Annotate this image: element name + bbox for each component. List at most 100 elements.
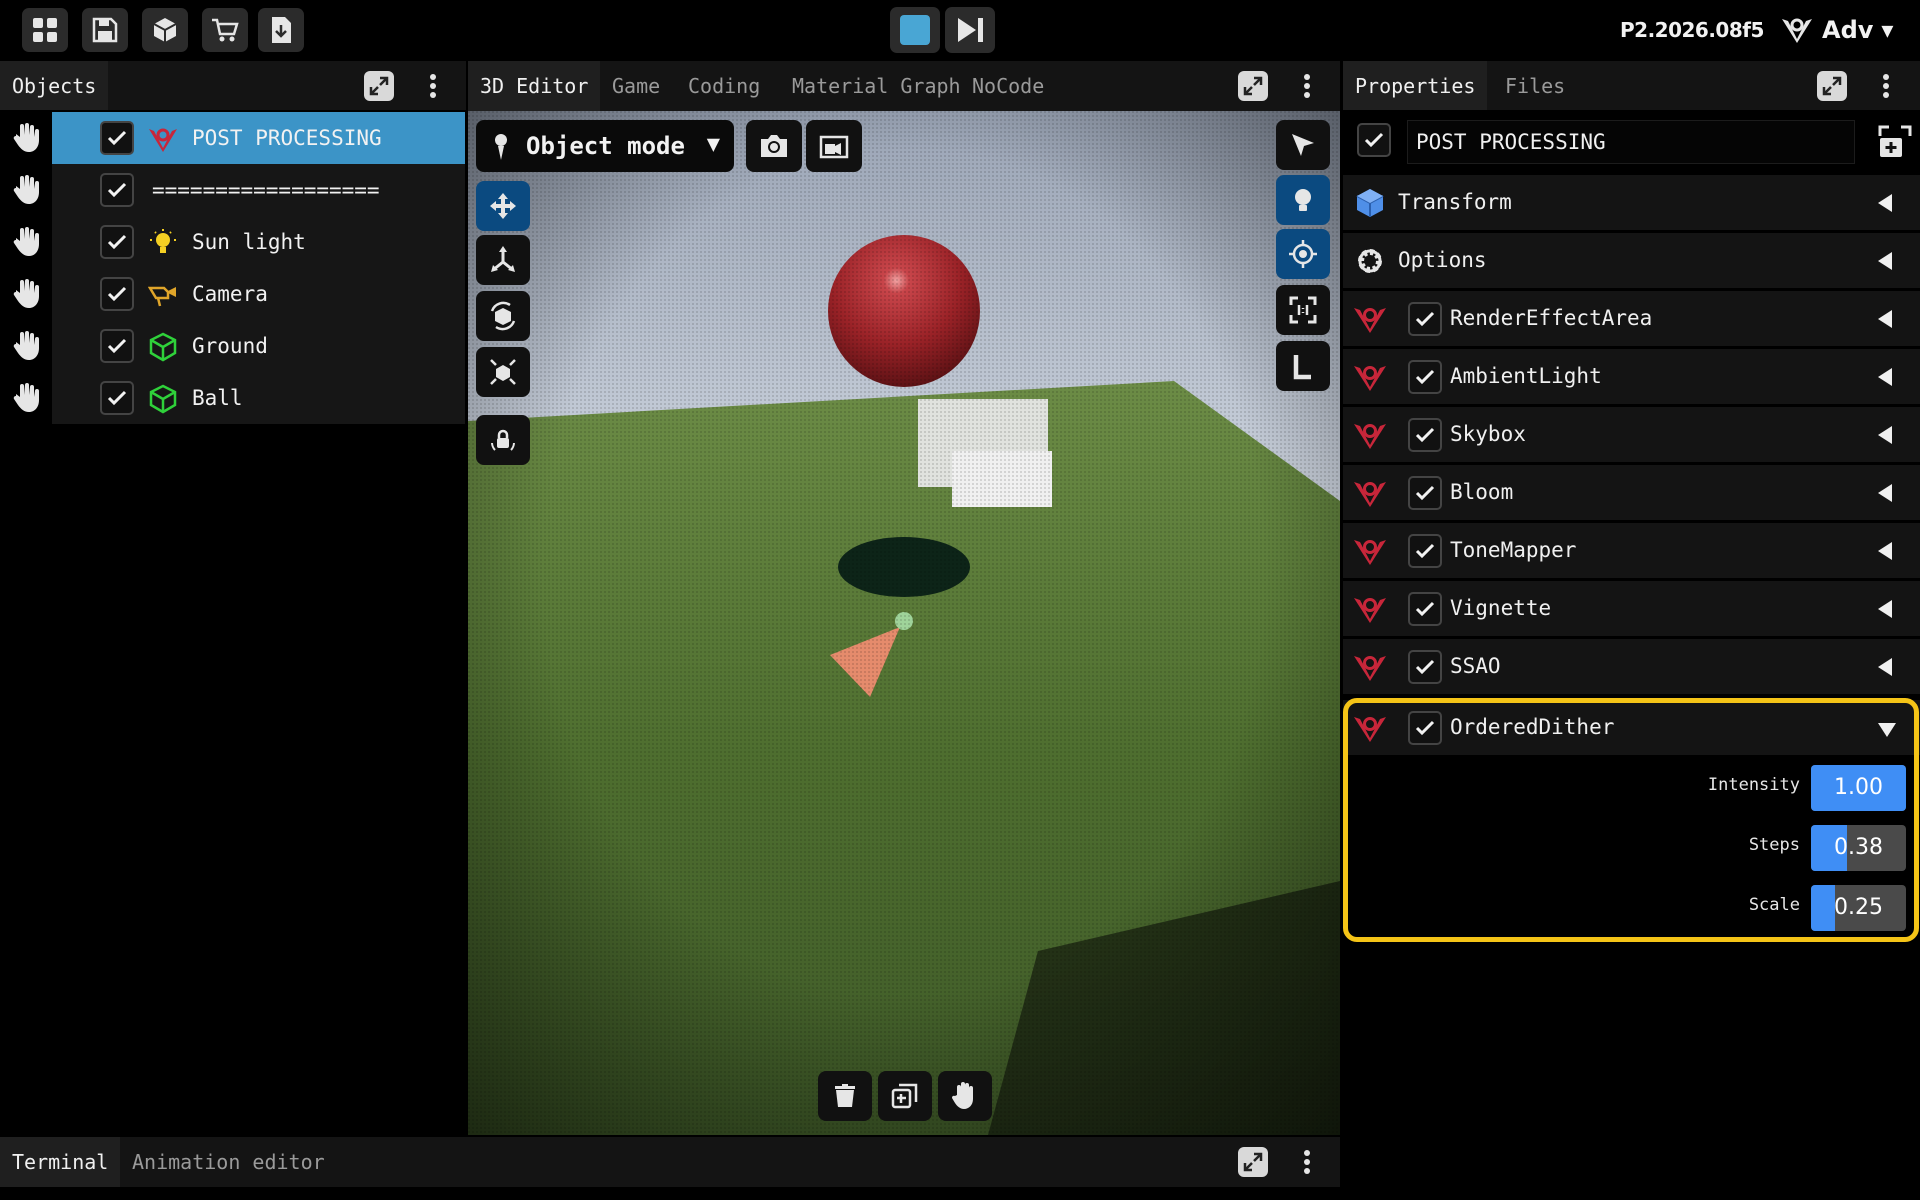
object-name: ==================: [152, 178, 380, 202]
screenshot-button[interactable]: [746, 120, 802, 172]
component-enabled-checkbox[interactable]: [1408, 360, 1442, 394]
duplicate-button[interactable]: [878, 1071, 932, 1121]
tab-3d-editor[interactable]: 3D Editor: [468, 61, 601, 111]
component-ambient-light[interactable]: AmbientLight: [1343, 349, 1920, 404]
list-item-post-processing[interactable]: POST PROCESSING: [0, 112, 466, 164]
camera-view-icon: [819, 135, 849, 159]
engine-logo-icon: [1782, 18, 1812, 43]
bottom-menu-button[interactable]: [1300, 1147, 1314, 1177]
visibility-checkbox[interactable]: [100, 277, 134, 311]
camera-view-button[interactable]: [806, 120, 862, 172]
component-enabled-checkbox[interactable]: [1408, 418, 1442, 452]
transform-tool-button[interactable]: [476, 235, 530, 285]
component-enabled-checkbox[interactable]: [1408, 534, 1442, 568]
component-vignette[interactable]: Vignette: [1343, 581, 1920, 636]
visibility-checkbox[interactable]: [100, 173, 134, 207]
properties-maximize-button[interactable]: [1817, 71, 1847, 101]
rotate-tool-button[interactable]: [476, 291, 530, 341]
collapse-arrow-icon[interactable]: [1878, 310, 1892, 328]
list-item-camera[interactable]: Camera: [0, 268, 466, 320]
move-tool-button[interactable]: [476, 181, 530, 231]
focus-target-button[interactable]: [1276, 229, 1330, 279]
visibility-checkbox[interactable]: [100, 225, 134, 259]
component-enabled-checkbox[interactable]: [1408, 650, 1442, 684]
add-component-icon[interactable]: [1877, 124, 1913, 160]
section-options[interactable]: Options: [1343, 233, 1920, 288]
grid-button[interactable]: [22, 8, 68, 52]
component-enabled-checkbox[interactable]: [1408, 476, 1442, 510]
tab-game[interactable]: Game: [600, 61, 672, 111]
stop-button[interactable]: [890, 7, 940, 53]
component-render-effect-area[interactable]: RenderEffectArea: [1343, 291, 1920, 346]
list-item-separator[interactable]: ==================: [0, 164, 466, 216]
section-name: Options: [1398, 248, 1487, 272]
tab-material-graph[interactable]: Material Graph: [780, 61, 973, 111]
collapse-arrow-icon[interactable]: [1878, 194, 1892, 212]
object-mode-dropdown[interactable]: Object mode ▼: [476, 120, 734, 172]
tab-objects[interactable]: Objects: [0, 61, 109, 111]
visibility-checkbox[interactable]: [100, 381, 134, 415]
objects-maximize-button[interactable]: [364, 71, 394, 101]
scale-tool-button[interactable]: [476, 347, 530, 397]
visibility-checkbox[interactable]: [100, 329, 134, 363]
collapse-arrow-icon[interactable]: [1878, 484, 1892, 502]
component-ssao[interactable]: SSAO: [1343, 639, 1920, 694]
editor-maximize-button[interactable]: [1238, 71, 1268, 101]
collapse-arrow-icon[interactable]: [1878, 426, 1892, 444]
grab-handle-icon[interactable]: [10, 122, 44, 154]
post-processing-icon: [149, 128, 177, 152]
collapse-arrow-icon[interactable]: [1878, 252, 1892, 270]
tab-coding[interactable]: Coding: [676, 61, 772, 111]
properties-menu-button[interactable]: [1879, 71, 1893, 101]
list-item-ball[interactable]: Ball: [0, 372, 466, 424]
scene-render[interactable]: [468, 111, 1340, 1135]
step-button[interactable]: [945, 7, 995, 53]
component-tone-mapper[interactable]: ToneMapper: [1343, 523, 1920, 578]
object-button[interactable]: [142, 8, 188, 52]
collapse-arrow-icon[interactable]: [1878, 658, 1892, 676]
list-item-sun-light[interactable]: Sun light: [0, 216, 466, 268]
axis-gizmo-icon: [491, 246, 515, 272]
collapse-arrow-icon[interactable]: [1878, 600, 1892, 618]
lighting-toggle-button[interactable]: [1276, 175, 1330, 225]
tab-files[interactable]: Files: [1493, 61, 1577, 111]
lock-orbit-button[interactable]: [476, 415, 530, 465]
visibility-checkbox[interactable]: [100, 121, 134, 155]
grab-handle-icon[interactable]: [10, 174, 44, 206]
collapse-arrow-icon[interactable]: [1878, 368, 1892, 386]
tab-animation-editor[interactable]: Animation editor: [120, 1137, 337, 1187]
object-name-input[interactable]: POST PROCESSING: [1407, 120, 1855, 164]
mode-dropdown[interactable]: Adv ▼: [1780, 8, 1914, 52]
bottom-maximize-button[interactable]: [1238, 1147, 1268, 1177]
grab-handle-icon[interactable]: [10, 278, 44, 310]
grab-handle-icon[interactable]: [10, 382, 44, 414]
local-space-button[interactable]: [1276, 341, 1330, 391]
check-icon: [107, 182, 127, 198]
section-transform[interactable]: Transform: [1343, 175, 1920, 230]
save-button[interactable]: [82, 8, 128, 52]
select-tool-button[interactable]: [1276, 120, 1330, 170]
grab-handle-icon[interactable]: [10, 330, 44, 362]
tab-nocode[interactable]: NoCode: [960, 61, 1056, 111]
expand-icon: [1822, 76, 1842, 96]
grab-tool-button[interactable]: [938, 1071, 992, 1121]
collapse-arrow-icon[interactable]: [1878, 542, 1892, 560]
object-name: Camera: [192, 282, 268, 306]
component-enabled-checkbox[interactable]: [1408, 592, 1442, 626]
editor-menu-button[interactable]: [1300, 71, 1314, 101]
post-processing-icon: [1354, 424, 1386, 449]
tab-terminal[interactable]: Terminal: [0, 1137, 121, 1187]
component-bloom[interactable]: Bloom: [1343, 465, 1920, 520]
3d-viewport[interactable]: Object mode ▼: [468, 111, 1340, 1135]
component-skybox[interactable]: Skybox: [1343, 407, 1920, 462]
export-button[interactable]: [258, 8, 304, 52]
store-button[interactable]: [202, 8, 248, 52]
objects-menu-button[interactable]: [426, 71, 440, 101]
frame-selection-button[interactable]: [1276, 285, 1330, 335]
list-item-ground[interactable]: Ground: [0, 320, 466, 372]
delete-button[interactable]: [818, 1071, 872, 1121]
object-enabled-checkbox[interactable]: [1357, 123, 1391, 157]
grab-handle-icon[interactable]: [10, 226, 44, 258]
component-enabled-checkbox[interactable]: [1408, 302, 1442, 336]
tab-properties[interactable]: Properties: [1343, 61, 1488, 111]
